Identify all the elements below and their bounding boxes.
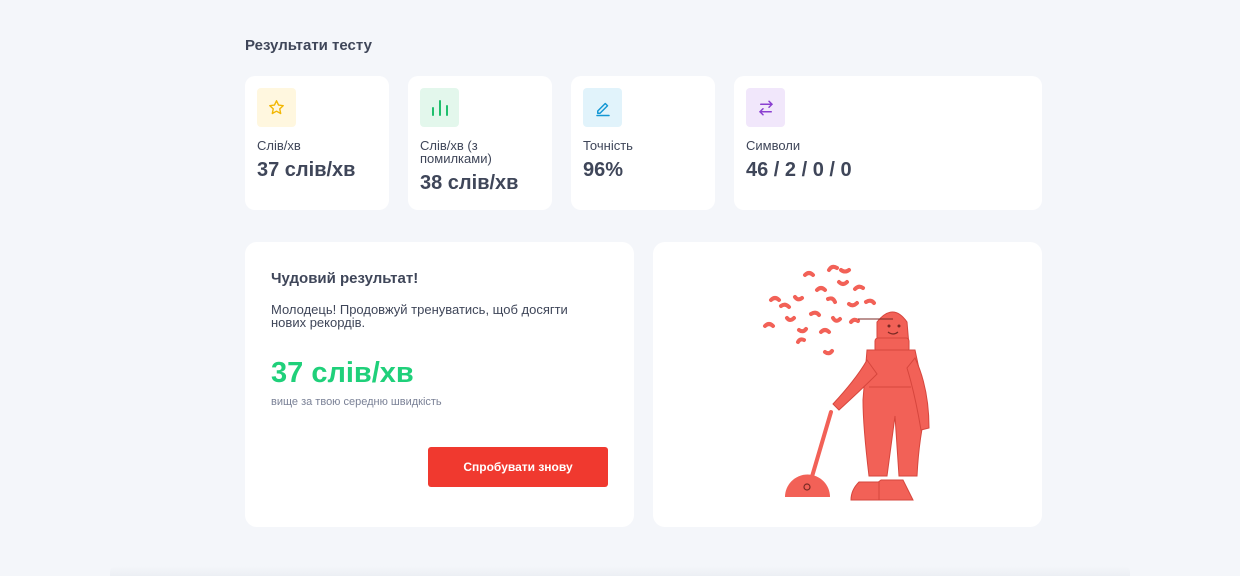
stat-card-wpm-errors: Слів/хв (з помилками) 38 слів/хв: [408, 76, 552, 210]
stat-label: Слів/хв: [257, 138, 301, 153]
stat-card-accuracy: Точність 96%: [571, 76, 715, 210]
stat-value: 37 слів/хв: [257, 159, 356, 181]
result-title: Чудовий результат!: [271, 270, 419, 287]
stat-label: Точність: [583, 138, 633, 153]
stat-card-characters: Символи 46 / 2 / 0 / 0: [734, 76, 1042, 210]
stat-label: Символи: [746, 138, 801, 153]
illustration-card: [653, 242, 1042, 527]
bottom-panel-edge: [110, 566, 1130, 576]
swap-arrows-icon: [746, 88, 785, 127]
stat-value: 96%: [583, 159, 624, 181]
stat-card-wpm: Слів/хв 37 слів/хв: [245, 76, 389, 210]
stat-value: 46 / 2 / 0 / 0: [746, 159, 852, 181]
stat-value: 38 слів/хв: [420, 172, 519, 194]
stat-label: Слів/хв (з помилками): [420, 138, 492, 166]
bar-chart-icon: [420, 88, 459, 127]
results-page: Результати тесту Слів/хв 37 слів/хв Слів…: [0, 0, 1240, 576]
section-title: Результати тесту: [245, 37, 372, 54]
sweeping-figure-illustration: [763, 264, 930, 501]
result-speed: 37 слів/хв: [271, 357, 414, 389]
result-card: Чудовий результат! Молодець! Продовжуй т…: [245, 242, 634, 527]
pencil-icon: [583, 88, 622, 127]
retry-button[interactable]: Спробувати знову: [428, 447, 608, 487]
result-text: Молодець! Продовжуй тренуватись, щоб дос…: [271, 302, 568, 330]
star-icon: [257, 88, 296, 127]
confetti-pieces: [763, 264, 876, 356]
result-note: вище за твою середню швидкість: [271, 396, 442, 408]
